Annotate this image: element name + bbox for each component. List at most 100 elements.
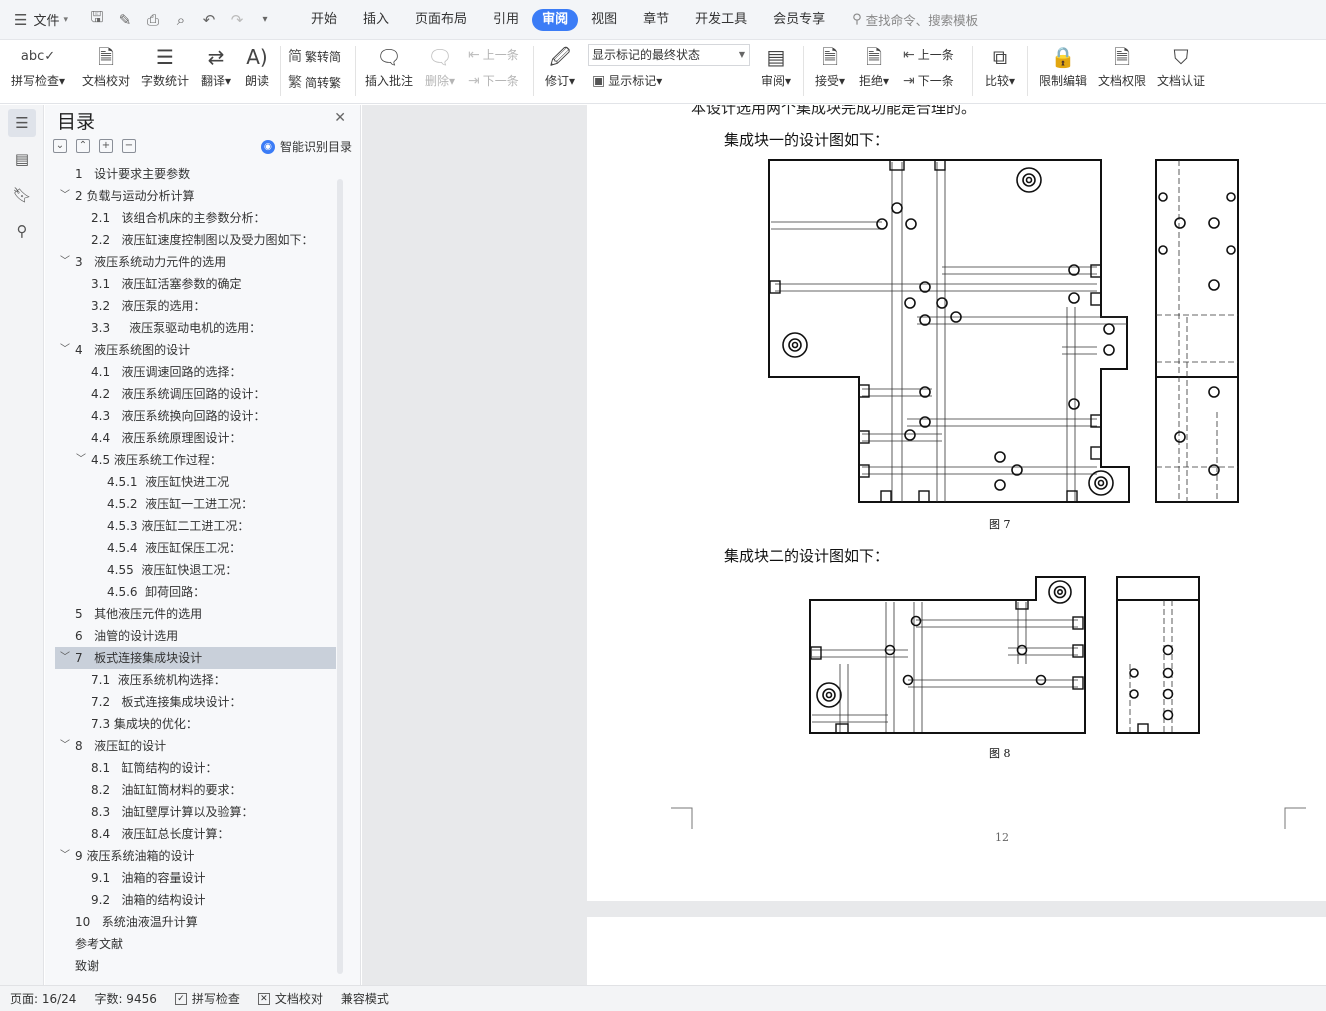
toc-item[interactable]: 4.3 液压系统换向回路的设计： bbox=[55, 405, 336, 427]
toc-item[interactable]: 9.2 油箱的结构设计 bbox=[55, 889, 336, 911]
display-state-select[interactable]: 显示标记的最终状态 ▼ bbox=[588, 44, 750, 66]
toc-item[interactable]: ﹀ 9 液压系统油箱的设计 bbox=[55, 845, 336, 867]
simp-to-trad-button[interactable]: 繁 简转繁 bbox=[288, 72, 341, 92]
spell-check-status[interactable]: ✓ 拼写检查 bbox=[174, 990, 240, 1007]
toc-item[interactable]: 8.2 油缸缸筒材料的要求： bbox=[55, 779, 336, 801]
toc-item[interactable]: 4.5.6 卸荷回路： bbox=[55, 581, 336, 603]
bookmark-icon[interactable]: 🔖︎ bbox=[8, 181, 36, 209]
toc-item[interactable]: 2.1 该组合机床的主参数分析： bbox=[55, 207, 336, 229]
spell-check-button[interactable]: abc✓ 拼写检查▾ bbox=[10, 40, 66, 88]
toc-item[interactable]: 4.5.4 液压缸保压工况： bbox=[55, 537, 336, 559]
restrict-edit-button[interactable]: 🔒 限制编辑 bbox=[1036, 40, 1090, 88]
command-search[interactable]: ⚲ 查找命令、搜索模板 bbox=[852, 10, 978, 29]
tab-2[interactable]: 页面布局 bbox=[402, 9, 480, 31]
expand-all-icon[interactable]: ⌃ bbox=[76, 139, 90, 153]
smart-toc-button[interactable]: ◉ 智能识别目录 bbox=[260, 138, 352, 155]
toc-item[interactable]: 5 其他液压元件的选用 bbox=[55, 603, 336, 625]
doc-permission-button[interactable]: 🗎 文档权限 bbox=[1095, 40, 1149, 88]
chevron-down-icon[interactable]: ﹀ bbox=[60, 185, 70, 207]
chapter-nav-icon[interactable]: ▤ bbox=[8, 145, 36, 173]
toc-item[interactable]: ﹀ 4.5 液压系统工作过程： bbox=[55, 449, 336, 471]
toc-item[interactable]: 7.1 液压系统机构选择： bbox=[55, 669, 336, 691]
tab-7[interactable]: 开发工具 bbox=[682, 9, 760, 31]
toc-item[interactable]: ﹀ 7 板式连接集成块设计 bbox=[55, 647, 336, 669]
toc-item[interactable]: 3.2 液压泵的选用： bbox=[55, 295, 336, 317]
toc-item[interactable]: 4.5.3 液压缸二工进工况： bbox=[55, 515, 336, 537]
review-button[interactable]: ▤ 审阅▾ bbox=[758, 40, 794, 88]
toc-item[interactable]: 4.2 液压系统调压回路的设计： bbox=[55, 383, 336, 405]
tab-4[interactable]: 审阅 bbox=[532, 8, 579, 31]
chevron-down-icon[interactable]: ﹀ bbox=[60, 339, 70, 361]
add-heading-icon[interactable]: + bbox=[99, 139, 113, 153]
read-aloud-button[interactable]: A) 朗读 bbox=[242, 40, 272, 88]
prev-comment-button[interactable]: ⇤ 上一条 bbox=[468, 46, 519, 63]
tab-5[interactable]: 视图 bbox=[578, 9, 630, 31]
tab-3[interactable]: 引用 bbox=[480, 9, 532, 31]
toc-item[interactable]: 4.1 液压调速回路的选择： bbox=[55, 361, 336, 383]
doc-proof-button[interactable]: 🗎 文档校对 bbox=[80, 40, 132, 88]
toc-item[interactable]: 4.55 液压缸快退工况： bbox=[55, 559, 336, 581]
remove-heading-icon[interactable]: − bbox=[122, 139, 136, 153]
toc-item[interactable]: 4.5.2 液压缸一工进工况： bbox=[55, 493, 336, 515]
show-markup-button[interactable]: ▣ 显示标记 ▾ bbox=[592, 72, 662, 89]
toc-item[interactable]: 1 设计要求主要参数 bbox=[55, 163, 336, 185]
print-preview-icon[interactable]: ⌕ bbox=[170, 11, 192, 29]
toc-scrollbar[interactable] bbox=[337, 179, 343, 974]
format-painter-icon[interactable]: ✎ bbox=[114, 11, 136, 29]
prev-change-button[interactable]: ⇤ 上一条 bbox=[903, 46, 954, 63]
word-count-status[interactable]: 字数: 9456 bbox=[94, 990, 156, 1007]
chevron-down-icon[interactable]: ﹀ bbox=[76, 449, 86, 471]
track-changes-button[interactable]: 🖉 修订▾ bbox=[540, 40, 580, 88]
save-icon[interactable]: 🖫 bbox=[86, 7, 108, 32]
accept-button[interactable]: 🗎 接受▾ bbox=[812, 40, 848, 88]
toc-item[interactable]: 4.4 液压系统原理图设计： bbox=[55, 427, 336, 449]
tab-0[interactable]: 开始 bbox=[298, 9, 350, 31]
chevron-down-icon[interactable]: ﹀ bbox=[60, 647, 70, 669]
toc-item[interactable]: 8.1 缸筒结构的设计： bbox=[55, 757, 336, 779]
tab-8[interactable]: 会员专享 bbox=[760, 9, 838, 31]
page-indicator[interactable]: 页面: 16/24 bbox=[10, 990, 76, 1007]
toc-item[interactable]: ﹀ 3 液压系统动力元件的选用 bbox=[55, 251, 336, 273]
next-comment-button[interactable]: ⇥ 下一条 bbox=[468, 72, 519, 89]
redo-icon[interactable]: ↷ bbox=[226, 11, 248, 29]
toc-item[interactable]: 7.3 集成块的优化： bbox=[55, 713, 336, 735]
trad-to-simp-button[interactable]: 简 繁转简 bbox=[288, 46, 341, 66]
toc-item[interactable]: 7.2 板式连接集成块设计： bbox=[55, 691, 336, 713]
doc-cert-button[interactable]: ⛉ 文档认证 bbox=[1154, 40, 1208, 88]
toc-item[interactable]: ﹀ 2 负载与运动分析计算 bbox=[55, 185, 336, 207]
customize-chevron-icon[interactable]: ▾ bbox=[254, 14, 276, 25]
toc-item[interactable]: 8.4 液压缸总长度计算： bbox=[55, 823, 336, 845]
search-icon[interactable]: ⚲ bbox=[8, 217, 36, 245]
undo-icon[interactable]: ↶ bbox=[198, 11, 220, 29]
chevron-down-icon[interactable]: ﹀ bbox=[60, 845, 70, 867]
toc-item[interactable]: 6 油管的设计选用 bbox=[55, 625, 336, 647]
toc-item[interactable]: 参考文献 bbox=[55, 933, 336, 955]
insert-comment-button[interactable]: 🗨 插入批注 bbox=[362, 40, 416, 88]
delete-comment-button[interactable]: 🗨 删除▾ bbox=[422, 40, 458, 88]
toc-item[interactable]: ﹀ 4 液压系统图的设计 bbox=[55, 339, 336, 361]
close-icon[interactable]: ✕ bbox=[334, 110, 346, 126]
chevron-down-icon[interactable]: ﹀ bbox=[60, 735, 70, 757]
toc-item[interactable]: 9.1 油箱的容量设计 bbox=[55, 867, 336, 889]
print-icon[interactable]: ⎙ bbox=[142, 11, 164, 29]
file-menu[interactable]: ☰ 文件 ▾ bbox=[0, 0, 78, 40]
word-count-button[interactable]: ☰ 字数统计 bbox=[139, 40, 191, 88]
toc-item[interactable]: ﹀ 8 液压缸的设计 bbox=[55, 735, 336, 757]
next-change-button[interactable]: ⇥ 下一条 bbox=[903, 72, 954, 89]
chevron-down-icon[interactable]: ﹀ bbox=[60, 251, 70, 273]
toc-item[interactable]: 4.5.1 液压缸快进工况 bbox=[55, 471, 336, 493]
translate-button[interactable]: ⇄ 翻译▾ bbox=[198, 40, 234, 88]
toc-item[interactable]: 8.3 油缸壁厚计算以及验算： bbox=[55, 801, 336, 823]
toc-panel-icon[interactable]: ☰ bbox=[8, 109, 36, 137]
collapse-all-icon[interactable]: ⌄ bbox=[53, 139, 67, 153]
reject-button[interactable]: 🗎 拒绝▾ bbox=[856, 40, 892, 88]
toc-item[interactable]: 3.3 液压泵驱动电机的选用： bbox=[55, 317, 336, 339]
doc-proof-status[interactable]: ✕ 文档校对 bbox=[257, 990, 323, 1007]
toc-item[interactable]: 3.1 液压缸活塞参数的确定 bbox=[55, 273, 336, 295]
compare-button[interactable]: ⧉ 比较▾ bbox=[980, 40, 1020, 88]
toc-item[interactable]: 致谢 bbox=[55, 955, 336, 977]
toc-item[interactable]: 10 系统油液温升计算 bbox=[55, 911, 336, 933]
tab-6[interactable]: 章节 bbox=[630, 9, 682, 31]
tab-1[interactable]: 插入 bbox=[350, 9, 402, 31]
toc-item[interactable]: 2.2 液压缸速度控制图以及受力图如下： bbox=[55, 229, 336, 251]
